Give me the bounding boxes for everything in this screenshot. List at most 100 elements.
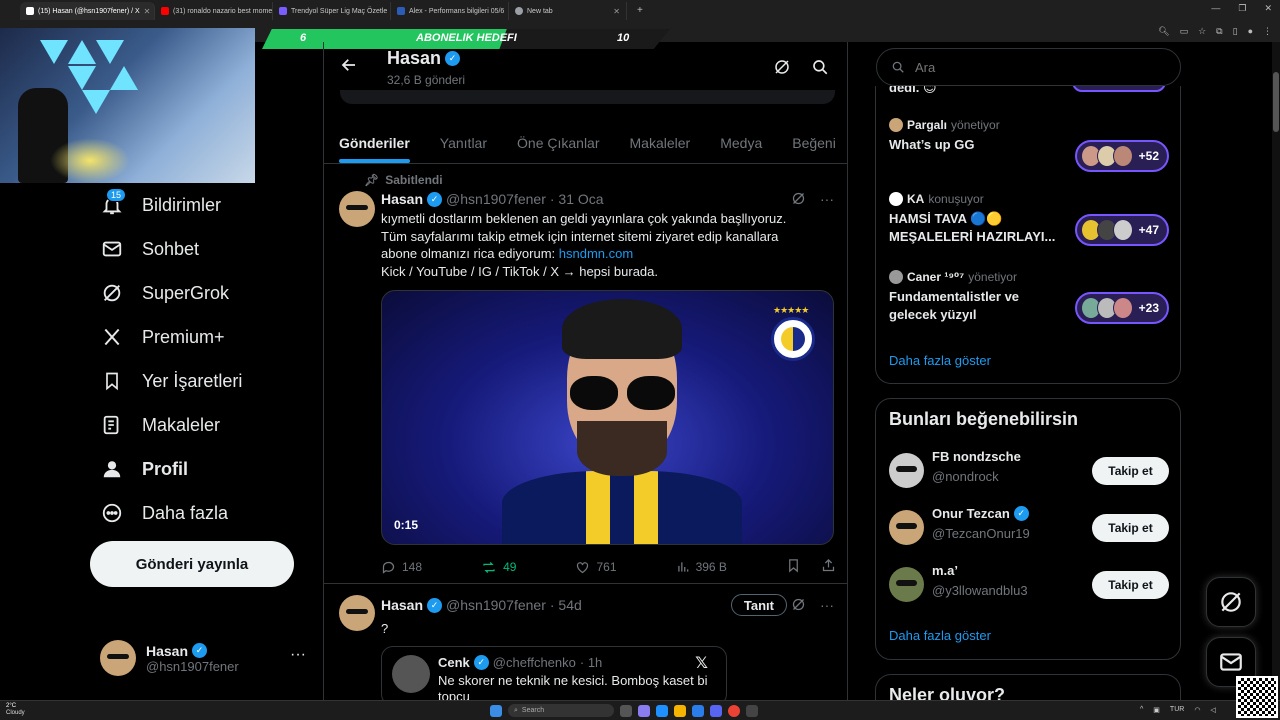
- verified-badge-icon: ✓: [445, 51, 461, 66]
- search-input[interactable]: [915, 59, 1155, 75]
- tweet-author-name[interactable]: Hasan: [381, 191, 423, 207]
- search-icon[interactable]: [811, 58, 829, 81]
- chevron-up-icon[interactable]: ^: [1140, 706, 1143, 714]
- windows-start-icon[interactable]: [490, 704, 502, 717]
- browser-tab-x[interactable]: (15) Hasan (@hsn1907fener) / X ✕: [20, 2, 155, 20]
- weather-widget[interactable]: 2°C Cloudy: [6, 703, 25, 717]
- volume-icon[interactable]: ◁: [1210, 706, 1215, 714]
- grok-icon[interactable]: [791, 191, 806, 209]
- discord-icon[interactable]: [710, 704, 722, 717]
- scrollbar-thumb[interactable]: [1273, 72, 1279, 132]
- website-link[interactable]: hsndmn.com: [559, 246, 633, 261]
- taskbar-search[interactable]: ⌕ Search: [508, 704, 614, 717]
- browser-tab-trendyol[interactable]: Trendyol Süper Lig Maç Özetle ✕: [273, 2, 391, 20]
- suggestion-row[interactable]: Onur Tezcan ✓ @TezcanOnur19 Takip et: [889, 502, 1169, 552]
- minimize-icon[interactable]: —: [1211, 3, 1220, 14]
- show-more-link[interactable]: Daha fazla göster: [889, 628, 991, 643]
- space-listeners-pill[interactable]: +47: [1075, 214, 1169, 246]
- store-icon[interactable]: [692, 704, 704, 717]
- follow-button[interactable]: Takip et: [1092, 457, 1169, 485]
- star-icon[interactable]: ☆: [1198, 26, 1206, 37]
- nav-bookmarks[interactable]: Yer İşaretleri: [88, 359, 318, 403]
- more-options-icon[interactable]: ···: [820, 191, 834, 209]
- reply-button[interactable]: 148: [381, 558, 422, 576]
- avatar[interactable]: [339, 191, 375, 227]
- edge-icon[interactable]: [656, 704, 668, 717]
- app-tray-icon[interactable]: ▣: [1153, 706, 1160, 714]
- folder-icon[interactable]: [674, 704, 686, 717]
- quoted-tweet[interactable]: Cenk ✓ @cheffchenko · 1h 𝕏 Ne skorer ne …: [381, 646, 727, 700]
- quote-author-handle: @cheffchenko: [492, 655, 576, 670]
- space-listeners-pill[interactable]: +52: [1075, 140, 1169, 172]
- app-icon[interactable]: [746, 704, 758, 717]
- tweet-author-handle[interactable]: @hsn1907fener: [446, 191, 546, 207]
- grok-icon[interactable]: [791, 597, 806, 615]
- nav-articles[interactable]: Makaleler: [88, 403, 318, 447]
- tab-likes[interactable]: Beğeni: [777, 122, 847, 163]
- tab-highlights[interactable]: Öne Çıkanlar: [502, 122, 614, 163]
- close-tab-icon[interactable]: ✕: [144, 7, 151, 16]
- zoom-icon[interactable]: 🔍︎: [1158, 26, 1169, 37]
- tab-media[interactable]: Medya: [705, 122, 777, 163]
- repost-button[interactable]: 49: [481, 558, 516, 576]
- tweet-video[interactable]: ★★★★★ 0:15: [381, 290, 834, 545]
- account-switcher[interactable]: Hasan ✓ @hsn1907fener ···: [100, 638, 310, 678]
- tweet-author-name[interactable]: Hasan: [381, 597, 423, 613]
- nav-profile[interactable]: Profil: [88, 447, 318, 491]
- tweet-date[interactable]: · 31 Oca: [550, 191, 604, 207]
- back-arrow-icon[interactable]: [340, 56, 358, 79]
- tab-articles[interactable]: Makaleler: [615, 122, 706, 163]
- nav-premium[interactable]: Premium+: [88, 315, 318, 359]
- avatar[interactable]: [339, 595, 375, 631]
- nav-more[interactable]: Daha fazla: [88, 491, 318, 535]
- nav-chat[interactable]: Sohbet: [88, 227, 318, 271]
- tab-replies[interactable]: Yanıtlar: [425, 122, 502, 163]
- grok-floating-button[interactable]: [1206, 577, 1256, 627]
- space-listeners-pill[interactable]: [1072, 86, 1166, 92]
- browser-tab-new[interactable]: New tab ✕: [509, 2, 627, 20]
- space-listeners-pill[interactable]: +23: [1075, 292, 1169, 324]
- suggestion-row[interactable]: FB nondzsche @nondrock Takip et: [889, 445, 1169, 495]
- show-more-link[interactable]: Daha fazla göster: [889, 353, 991, 368]
- like-button[interactable]: 761: [575, 558, 617, 576]
- restore-icon[interactable]: ❐: [1238, 3, 1246, 14]
- promote-button[interactable]: Tanıt: [730, 594, 787, 616]
- search-box[interactable]: [876, 48, 1181, 86]
- space-card[interactable]: Caner ¹⁹⁰⁷ yönetiyor Fundamentalistler ve…: [889, 270, 1169, 340]
- tweet-text: kıymetli dostlarım beklenen an geldi yay…: [381, 211, 787, 279]
- browser-tab-youtube[interactable]: (31) ronaldo nazario best mome ✕: [155, 2, 273, 20]
- extensions-icon[interactable]: ⧉: [1216, 26, 1222, 37]
- menu-icon[interactable]: ⋮: [1263, 26, 1272, 37]
- split-icon[interactable]: ▯: [1233, 26, 1238, 37]
- more-options-icon[interactable]: ···: [290, 646, 306, 664]
- tweet[interactable]: Hasan ✓ @hsn1907fener · 54d Tanıt ··· ? …: [324, 590, 847, 700]
- views-button[interactable]: 396 B: [676, 558, 727, 576]
- space-card[interactable]: Pargalı yönetiyor What’s up GG +52: [889, 118, 1169, 178]
- share-icon[interactable]: [821, 558, 836, 576]
- follow-button[interactable]: Takip et: [1092, 571, 1169, 599]
- nav-supergrok[interactable]: SuperGrok: [88, 271, 318, 315]
- bookmark-icon[interactable]: [786, 558, 801, 576]
- tab-posts[interactable]: Gönderiler: [324, 122, 425, 163]
- chrome-icon[interactable]: [728, 704, 740, 717]
- browser-tab-alex[interactable]: Alex - Performans bilgileri 05/6 ✕: [391, 2, 509, 20]
- tweet-date[interactable]: · 54d: [550, 597, 582, 613]
- cast-icon[interactable]: ▭: [1180, 26, 1189, 37]
- close-tab-icon[interactable]: ✕: [613, 7, 620, 16]
- profile-icon[interactable]: ●: [1248, 26, 1253, 37]
- close-window-icon[interactable]: ✕: [1264, 3, 1272, 14]
- follow-button[interactable]: Takip et: [1092, 514, 1169, 542]
- new-tab-button[interactable]: +: [637, 5, 643, 16]
- space-card[interactable]: KA konuşuyor HAMSİ TAVA 🔵🟡 MEŞALELERİ HAZ…: [889, 192, 1169, 262]
- grok-icon[interactable]: [773, 58, 791, 81]
- language-indicator[interactable]: TUR: [1170, 706, 1184, 714]
- wifi-icon[interactable]: ◠: [1194, 706, 1200, 714]
- page-scrollbar[interactable]: [1272, 42, 1280, 700]
- suggestion-row[interactable]: m.a’ @y3llowandblu3 Takip et: [889, 559, 1169, 609]
- more-options-icon[interactable]: ···: [820, 597, 834, 615]
- app-icon[interactable]: [638, 704, 650, 717]
- taskview-icon[interactable]: [620, 704, 632, 717]
- tweet-author-handle[interactable]: @hsn1907fener: [446, 597, 546, 613]
- post-button[interactable]: Gönderi yayınla: [90, 541, 294, 587]
- pinned-tweet[interactable]: 📌︎ Sabitlendi Hasan ✓ @hsn1907fener · 31…: [324, 170, 847, 584]
